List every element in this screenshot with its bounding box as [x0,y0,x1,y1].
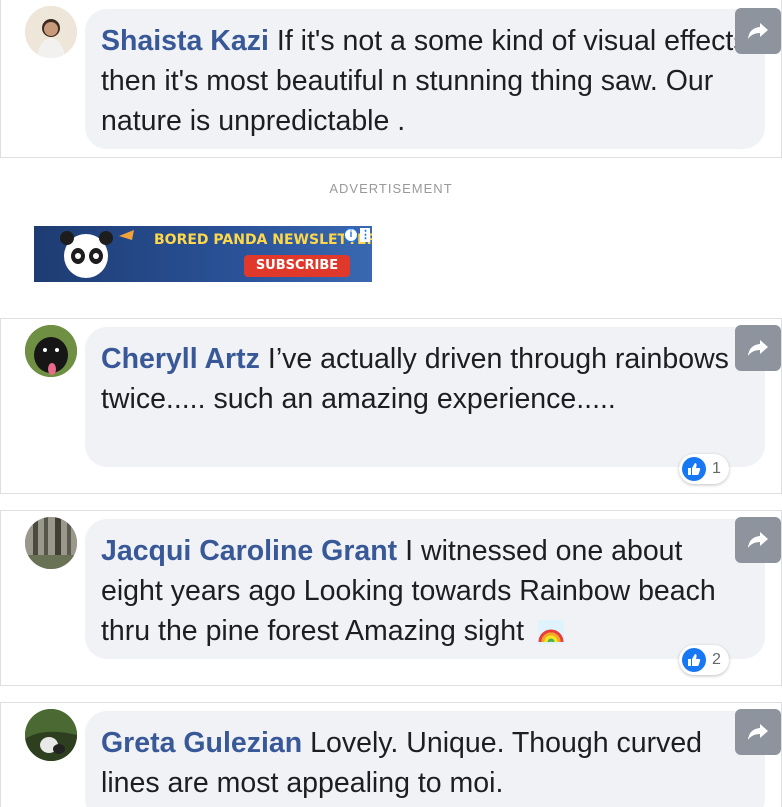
share-arrow-icon [748,724,768,740]
rainbow-emoji-icon [537,620,564,644]
share-button[interactable] [735,325,781,371]
comment-bubble: Jacqui Caroline Grant I witnessed one abo… [85,519,765,659]
reaction-number: 2 [712,651,721,668]
share-arrow-icon [748,23,768,39]
advertisement-label: ADVERTISEMENT [329,181,453,196]
avatar[interactable] [25,325,77,377]
comment-bubble: Greta Gulezian Lovely. Unique. Though cur… [85,711,765,807]
comment-card: Greta Gulezian Lovely. Unique. Though cur… [0,702,782,807]
reaction-count[interactable]: 1 [679,454,729,484]
subscribe-button[interactable]: SUBSCRIBE [244,255,350,277]
comment-author[interactable]: Cheryll Artz [101,343,260,375]
ad-info-icon[interactable]: i [344,228,358,242]
thumbs-up-icon [682,648,706,672]
reaction-number: 1 [712,460,721,477]
comment-bubble: Cheryll Artz I’ve actually driven through… [85,327,765,467]
share-arrow-icon [748,340,768,356]
share-button[interactable] [735,709,781,755]
avatar[interactable] [25,517,77,569]
comment-author[interactable]: Greta Gulezian [101,727,302,759]
ad-banner[interactable]: BORED PANDA NEWSLETTER SUBSCRIBE i ⋮ [34,226,372,282]
comment-card: Shaista Kazi If it's not a some kind of v… [0,0,782,158]
ad-menu-icon[interactable]: ⋮ [360,228,371,242]
thumbs-up-icon [682,457,706,481]
reaction-count[interactable]: 2 [679,645,729,675]
ad-title: BORED PANDA NEWSLETTER [154,232,372,248]
comment-card: Cheryll Artz I’ve actually driven through… [0,318,782,494]
comment-author[interactable]: Jacqui Caroline Grant [101,535,397,567]
comment-bubble: Shaista Kazi If it's not a some kind of v… [85,9,765,149]
share-button[interactable] [735,8,781,54]
comment-card: Jacqui Caroline Grant I witnessed one abo… [0,510,782,686]
panda-mascot-icon [60,230,134,278]
avatar[interactable] [25,6,77,58]
comment-author[interactable]: Shaista Kazi [101,25,269,57]
share-button[interactable] [735,517,781,563]
share-arrow-icon [748,532,768,548]
avatar[interactable] [25,709,77,761]
